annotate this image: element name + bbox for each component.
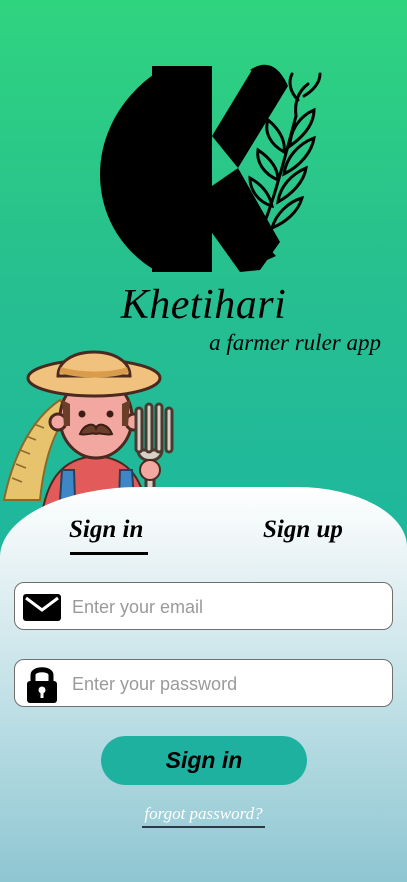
sign-in-button[interactable]: Sign in [101,736,307,785]
forgot-password-link[interactable]: forgot password? [142,804,265,828]
password-field[interactable] [14,659,393,707]
app-tagline: a farmer ruler app [209,330,381,355]
email-input[interactable] [70,590,384,624]
password-input[interactable] [70,667,384,701]
email-field[interactable] [14,582,393,630]
forgot-password-row: forgot password? [0,804,407,828]
active-tab-indicator [70,552,148,555]
tab-sign-up[interactable]: Sign up [263,516,343,544]
app-name: Khetihari [120,282,287,328]
lock-icon [22,665,62,703]
tab-sign-in[interactable]: Sign in [69,516,143,544]
app-logo [100,56,332,278]
mail-icon [22,588,62,626]
